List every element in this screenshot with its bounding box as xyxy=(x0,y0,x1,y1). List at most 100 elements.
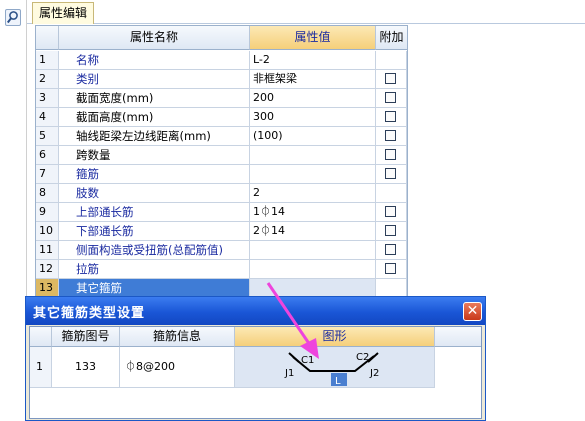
grid-corner-header xyxy=(36,26,59,50)
property-row[interactable]: 9 上部通长筋 1⏀14 xyxy=(36,203,407,222)
property-name-cell[interactable]: 类别 xyxy=(59,70,250,89)
property-name-cell[interactable]: 截面宽度(mm) xyxy=(59,89,250,108)
property-name-cell[interactable]: 跨数量 xyxy=(59,146,250,165)
tab-property-editor[interactable]: 属性编辑 xyxy=(32,2,94,24)
property-value-cell[interactable]: 2⏀14 xyxy=(250,222,376,241)
extra-checkbox[interactable] xyxy=(385,111,396,122)
stirrup-shape-figure: C1 C2 J1 J2 L xyxy=(284,352,379,387)
extra-cell xyxy=(376,222,407,241)
row-number[interactable]: 11 xyxy=(36,241,59,260)
property-row[interactable]: 4 截面高度(mm) 300 xyxy=(36,108,407,127)
header-figure[interactable]: 图形 xyxy=(235,327,435,347)
stirrup-table: 箍筋图号 箍筋信息 图形 1 133 ⏀8@200 C1 C2 J1 J2 L xyxy=(29,326,482,419)
close-button[interactable]: ✕ xyxy=(463,302,482,321)
extra-checkbox[interactable] xyxy=(385,149,396,160)
extra-cell xyxy=(376,51,407,70)
property-row[interactable]: 5 轴线距梁左边线距离(mm) (100) xyxy=(36,127,407,146)
property-row[interactable]: 12 拉筋 xyxy=(36,260,407,279)
extra-cell xyxy=(376,70,407,89)
extra-cell xyxy=(376,89,407,108)
extra-checkbox[interactable] xyxy=(385,225,396,236)
search-icon xyxy=(7,11,18,24)
property-value-cell[interactable]: 非框架梁 xyxy=(250,70,376,89)
header-stirrup-info[interactable]: 箍筋信息 xyxy=(120,327,235,347)
property-row[interactable]: 6 跨数量 xyxy=(36,146,407,165)
extra-cell xyxy=(376,108,407,127)
extra-cell xyxy=(376,260,407,279)
property-name-cell[interactable]: 轴线距梁左边线距离(mm) xyxy=(59,127,250,146)
property-value-cell[interactable] xyxy=(250,260,376,279)
extra-cell xyxy=(376,184,407,203)
property-row[interactable]: 3 截面宽度(mm) 200 xyxy=(36,89,407,108)
tab-bar xyxy=(27,0,585,24)
header-stirrup-fig-no[interactable]: 箍筋图号 xyxy=(52,327,120,347)
label-c1: C1 xyxy=(301,355,314,366)
property-row[interactable]: 7 箍筋 xyxy=(36,165,407,184)
row-number[interactable]: 2 xyxy=(36,70,59,89)
property-name-cell[interactable]: 名称 xyxy=(59,51,250,70)
extra-cell xyxy=(376,127,407,146)
stirrup-figure-cell[interactable]: C1 C2 J1 J2 L xyxy=(235,347,435,388)
header-property-name[interactable]: 属性名称 xyxy=(59,26,250,50)
property-name-cell[interactable]: 截面高度(mm) xyxy=(59,108,250,127)
property-row[interactable]: 2 类别 非框架梁 xyxy=(36,70,407,89)
stirrup-type-dialog: 其它箍筋类型设置 ✕ 箍筋图号 箍筋信息 图形 1 133 ⏀8@200 C1 … xyxy=(25,296,486,421)
extra-cell xyxy=(376,203,407,222)
stirrup-fig-no-cell[interactable]: 133 xyxy=(52,347,120,388)
close-icon: ✕ xyxy=(466,303,479,319)
property-row[interactable]: 8 肢数 2 xyxy=(36,184,407,203)
search-button[interactable] xyxy=(5,9,21,26)
property-grid: 属性名称 属性值 附加 1 名称 L-2 2 类别 非框架梁 3 截面宽度(mm) 200 4 截面… xyxy=(35,25,408,298)
property-row[interactable]: 10 下部通长筋 2⏀14 xyxy=(36,222,407,241)
extra-checkbox[interactable] xyxy=(385,168,396,179)
left-panel-strip xyxy=(0,0,27,421)
property-value-cell[interactable] xyxy=(250,165,376,184)
header-extra[interactable]: 附加 xyxy=(376,26,407,50)
extra-checkbox[interactable] xyxy=(385,244,396,255)
property-name-cell[interactable]: 箍筋 xyxy=(59,165,250,184)
property-name-cell[interactable]: 肢数 xyxy=(59,184,250,203)
property-name-cell[interactable]: 下部通长筋 xyxy=(59,222,250,241)
row-number[interactable]: 6 xyxy=(36,146,59,165)
property-value-cell[interactable]: 2 xyxy=(250,184,376,203)
row-number[interactable]: 4 xyxy=(36,108,59,127)
extra-checkbox[interactable] xyxy=(385,263,396,274)
dialog-title-bar: 其它箍筋类型设置 ✕ xyxy=(26,297,485,325)
dialog-title: 其它箍筋类型设置 xyxy=(33,306,146,321)
row-number[interactable]: 9 xyxy=(36,203,59,222)
row-number[interactable]: 7 xyxy=(36,165,59,184)
row-number[interactable]: 3 xyxy=(36,89,59,108)
property-value-cell[interactable]: 300 xyxy=(250,108,376,127)
extra-cell xyxy=(376,241,407,260)
property-value-cell[interactable] xyxy=(250,146,376,165)
label-c2: C2 xyxy=(356,352,369,363)
extra-checkbox[interactable] xyxy=(385,206,396,217)
property-row[interactable]: 11 侧面构造或受扭筋(总配筋值) xyxy=(36,241,407,260)
dialog-corner-header xyxy=(30,327,52,347)
property-value-cell[interactable] xyxy=(250,241,376,260)
row-number[interactable]: 10 xyxy=(36,222,59,241)
extra-checkbox[interactable] xyxy=(385,92,396,103)
dialog-header-filler xyxy=(435,327,481,347)
row-number[interactable]: 5 xyxy=(36,127,59,146)
property-value-cell[interactable]: (100) xyxy=(250,127,376,146)
extra-checkbox[interactable] xyxy=(385,130,396,141)
property-value-cell[interactable]: L-2 xyxy=(250,51,376,70)
row-number[interactable]: 12 xyxy=(36,260,59,279)
dialog-row-filler xyxy=(435,347,481,388)
extra-cell xyxy=(376,165,407,184)
extra-checkbox[interactable] xyxy=(385,73,396,84)
header-property-value[interactable]: 属性值 xyxy=(250,26,376,50)
dialog-row-number: 1 xyxy=(30,347,52,388)
label-l: L xyxy=(335,376,341,387)
property-name-cell[interactable]: 上部通长筋 xyxy=(59,203,250,222)
row-number[interactable]: 1 xyxy=(36,51,59,70)
property-name-cell[interactable]: 拉筋 xyxy=(59,260,250,279)
stirrup-info-cell[interactable]: ⏀8@200 xyxy=(120,347,235,388)
property-value-cell[interactable]: 200 xyxy=(250,89,376,108)
row-number[interactable]: 8 xyxy=(36,184,59,203)
property-name-cell[interactable]: 侧面构造或受扭筋(总配筋值) xyxy=(59,241,250,260)
property-value-cell[interactable]: 1⏀14 xyxy=(250,203,376,222)
property-row[interactable]: 1 名称 L-2 xyxy=(36,51,407,70)
label-j2: J2 xyxy=(369,368,379,379)
